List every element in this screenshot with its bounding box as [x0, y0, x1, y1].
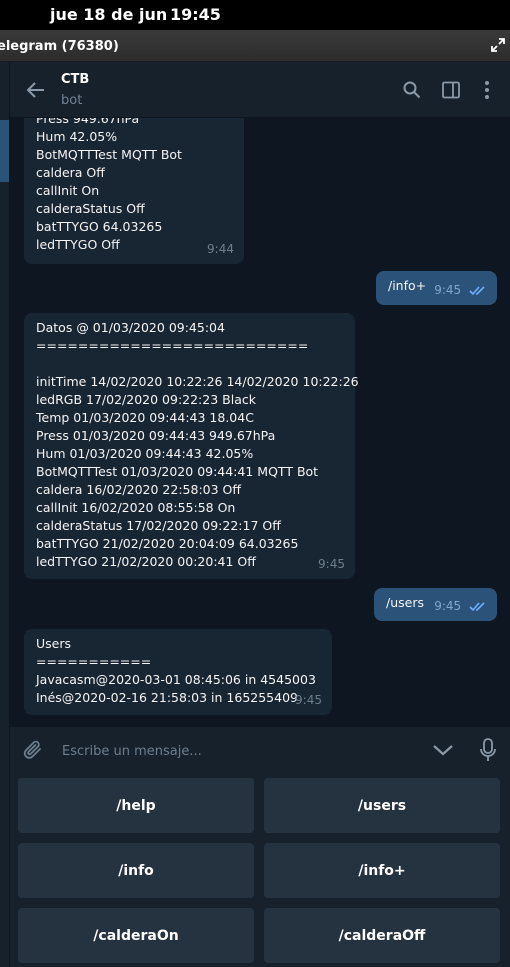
- message-meta: 9:45: [434, 281, 487, 299]
- message-line: ledTTYGO 21/02/2020 00:20:41 Off: [36, 554, 256, 569]
- double-check-icon: [469, 601, 485, 611]
- message-time: 9:45: [434, 283, 462, 297]
- message-line: calderaStatus Off: [36, 201, 145, 216]
- message-line: BotMQTTTest MQTT Bot: [36, 147, 182, 162]
- message-time: 9:45: [295, 693, 322, 707]
- message-line: initTime 14/02/2020 10:22:26 14/02/2020 …: [36, 374, 359, 389]
- message-line: Datos @ 01/03/2020 09:45:04: [36, 320, 225, 335]
- message-line: Temp 01/03/2020 09:44:43 18.04C: [36, 410, 254, 425]
- chat-status: bot: [61, 93, 83, 108]
- chat-name[interactable]: CTB: [61, 72, 89, 87]
- keyboard-button-users[interactable]: /users: [264, 778, 500, 833]
- message-time: 9:45: [434, 599, 462, 613]
- message-input-bar: [10, 726, 510, 772]
- message-line: ==========================: [36, 338, 309, 353]
- back-arrow-icon[interactable]: [26, 80, 46, 100]
- keyboard-button-info[interactable]: /info: [18, 843, 254, 898]
- message-time: 9:44: [207, 242, 234, 256]
- message-incoming[interactable]: Datos @ 01/03/2020 09:45:04 ============…: [24, 313, 359, 579]
- message-line: caldera Off: [36, 165, 105, 180]
- more-options-icon[interactable]: [484, 80, 490, 100]
- system-time: 19:45: [170, 5, 221, 24]
- window-title: elegram (76380): [0, 39, 119, 54]
- maximize-icon[interactable]: [490, 37, 506, 53]
- window-title-bar: elegram (76380): [0, 30, 510, 62]
- microphone-icon[interactable]: [480, 738, 496, 762]
- selected-chat-indicator[interactable]: [0, 120, 9, 182]
- system-date: jue 18 de jun: [50, 5, 168, 24]
- message-line: Press 01/03/2020 09:44:43 949.67hPa: [36, 428, 276, 443]
- message-line: callInit On: [36, 183, 100, 198]
- chat-header: CTB bot: [10, 62, 510, 118]
- chat-list-sliver: [0, 62, 10, 967]
- message-line: ledTTYGO Off: [36, 237, 120, 252]
- keyboard-button-caldera-off[interactable]: /calderaOff: [264, 908, 500, 963]
- message-line: Javacasm@2020-03-01 08:45:06 in 4545003: [36, 672, 316, 687]
- message-line: callInit 16/02/2020 08:55:58 On: [36, 500, 236, 515]
- chevron-down-icon[interactable]: [432, 743, 454, 757]
- message-line: Users: [36, 636, 72, 651]
- message-line: BotMQTTTest 01/03/2020 09:44:41 MQTT Bot: [36, 464, 319, 479]
- keyboard-button-info-plus[interactable]: /info+: [264, 843, 500, 898]
- message-outgoing[interactable]: /users 9:45: [374, 588, 497, 621]
- message-line: ledRGB 17/02/2020 09:22:23 Black: [36, 392, 256, 407]
- message-line: caldera 16/02/2020 22:58:03 Off: [36, 482, 241, 497]
- message-outgoing[interactable]: /info+ 9:45: [376, 271, 497, 305]
- system-top-bar: jue 18 de jun 19:45: [0, 0, 510, 30]
- message-list[interactable]: Press 949.67hPa Hum 42.05% BotMQTTTest M…: [10, 118, 510, 726]
- sidebar-toggle-icon[interactable]: [442, 81, 460, 99]
- message-line: Inés@2020-02-16 21:58:03 in 165255409: [36, 690, 298, 705]
- bot-keyboard: /help /users /info /info+ /calderaOn /ca…: [10, 772, 510, 967]
- keyboard-button-help[interactable]: /help: [18, 778, 254, 833]
- message-line: Press 949.67hPa: [36, 118, 140, 126]
- search-icon[interactable]: [403, 81, 421, 99]
- message-meta: 9:45: [434, 597, 487, 615]
- message-incoming[interactable]: Press 949.67hPa Hum 42.05% BotMQTTTest M…: [24, 118, 244, 264]
- message-line: batTTYGO 21/02/2020 20:04:09 64.03265: [36, 536, 299, 551]
- message-input[interactable]: [62, 742, 422, 760]
- message-line: batTTYGO 64.03265: [36, 219, 163, 234]
- paperclip-icon[interactable]: [22, 739, 44, 761]
- message-incoming[interactable]: Users =========== Javacasm@2020-03-01 08…: [24, 629, 332, 715]
- keyboard-button-caldera-on[interactable]: /calderaOn: [18, 908, 254, 963]
- double-check-icon: [469, 285, 485, 295]
- message-line: ===========: [36, 654, 152, 669]
- message-line: calderaStatus 17/02/2020 09:22:17 Off: [36, 518, 281, 533]
- message-line: [36, 355, 343, 373]
- message-line: Hum 42.05%: [36, 129, 118, 144]
- message-line: Hum 01/03/2020 09:44:43 42.05%: [36, 446, 254, 461]
- message-time: 9:45: [318, 557, 345, 571]
